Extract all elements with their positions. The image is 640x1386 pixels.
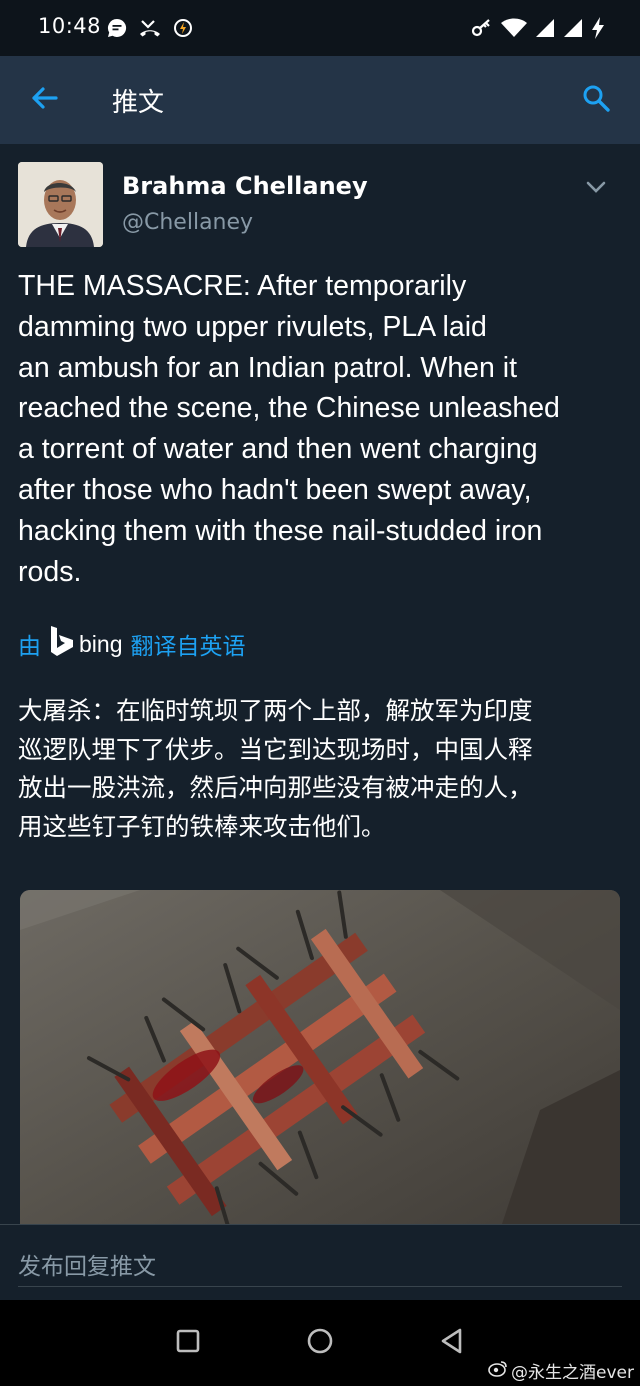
signal-icon <box>562 17 584 43</box>
bing-icon <box>49 625 75 663</box>
tweet-text-line: damming two upper rivulets, PLA laid <box>18 310 487 343</box>
search-icon <box>581 83 611 117</box>
back-button[interactable] <box>24 80 64 120</box>
tweet-text-line: a torrent of water and then went chargin… <box>18 433 538 466</box>
avatar[interactable] <box>18 162 103 247</box>
back-nav-button[interactable] <box>435 1326 469 1360</box>
translated-text-line: 用这些钉子钉的铁棒来攻击他们。 <box>18 811 386 841</box>
wifi-icon <box>500 17 528 43</box>
recents-square-icon <box>175 1328 201 1358</box>
translation-attribution: 由 bing 翻译自英语 <box>18 626 245 662</box>
translated-from-english-link[interactable]: 翻译自英语 <box>130 627 245 661</box>
translated-text: 大屠杀：在临时筑坝了两个上部，解放军为印度 巡逻队埋下了伏步。当它到达现场时，中… <box>18 692 622 846</box>
bing-wordmark: bing <box>79 630 123 657</box>
missed-call-icon <box>138 17 162 43</box>
tweet-media-image[interactable] <box>20 890 620 1224</box>
page-title: 推文 <box>112 88 165 118</box>
home-circle-icon <box>306 1327 334 1359</box>
tweet-text-line: after those who hadn't been swept away, <box>18 473 532 506</box>
watermark: @永生之酒ever <box>488 1358 634 1383</box>
home-button[interactable] <box>303 1326 337 1360</box>
status-bar: 10:48 <box>0 0 640 56</box>
tweet-text-line: THE MASSACRE: After temporarily <box>18 270 467 302</box>
arrow-left-icon <box>29 83 59 117</box>
translated-text-line: 巡逻队埋下了伏步。当它到达现场时，中国人释 <box>18 734 533 764</box>
tweet-text-line: reached the scene, the Chinese unleashed <box>18 392 560 425</box>
translation-prefix: 由 <box>18 633 41 659</box>
app-bar: 推文 <box>0 56 640 144</box>
data-saver-icon <box>172 17 194 43</box>
reply-bar: 发布回复推文 <box>0 1224 640 1300</box>
status-time: 10:48 <box>38 14 102 38</box>
author-handle: @Chellaney <box>122 210 254 235</box>
search-button[interactable] <box>576 80 616 120</box>
translated-text-line: 放出一股洪流，然后冲向那些没有被冲走的人， <box>18 773 533 802</box>
tweet-text-line: rods. <box>18 555 82 588</box>
reply-input[interactable]: 发布回复推文 <box>18 1235 622 1287</box>
signal-icon <box>534 17 556 43</box>
battery-charging-icon <box>590 16 606 44</box>
back-triangle-icon <box>439 1327 465 1359</box>
translated-text-line: 大屠杀：在临时筑坝了两个上部，解放军为印度 <box>18 696 533 725</box>
status-right-icons <box>470 16 606 44</box>
weibo-icon <box>488 1359 508 1382</box>
tweet-text-line: hacking them with these nail-studded iro… <box>18 514 543 547</box>
tweet-text-line: an ambush for an Indian patrol. When it <box>18 351 518 384</box>
tweet-detail: Brahma Chellaney @Chellaney THE MASSACRE… <box>0 144 640 1224</box>
tweet-text: THE MASSACRE: After temporarily damming … <box>18 266 618 592</box>
system-nav-bar: @永生之酒ever <box>0 1300 640 1386</box>
chevron-down-icon <box>585 179 607 198</box>
tweet-options-button[interactable] <box>582 174 610 202</box>
chat-bubble-icon <box>106 17 128 43</box>
recents-button[interactable] <box>171 1326 205 1360</box>
bing-logo: bing <box>49 625 122 663</box>
author-name[interactable]: Brahma Chellaney <box>122 172 368 200</box>
status-left-icons <box>106 17 194 43</box>
vpn-key-icon <box>470 17 494 43</box>
watermark-text: @永生之酒ever <box>511 1363 634 1383</box>
